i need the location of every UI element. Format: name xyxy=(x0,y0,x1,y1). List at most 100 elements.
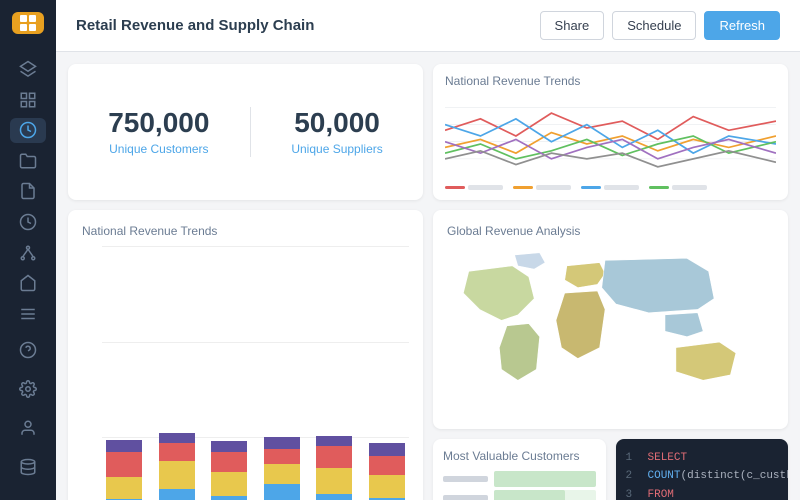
code-snippet-card: 1 SELECT 2 COUNT(distinct(c_custkey)) 3 … xyxy=(616,439,789,500)
code-keyword-1: SELECT xyxy=(648,449,688,468)
bar-seg-d xyxy=(211,441,247,452)
legend-item-3 xyxy=(581,185,639,190)
customer-bar-fill-2 xyxy=(494,490,565,500)
share-button[interactable]: Share xyxy=(540,11,605,40)
bar-seg-a xyxy=(211,496,247,500)
bar-seg-d xyxy=(106,440,142,452)
bar-stack-5 xyxy=(316,436,352,500)
legend-text-2 xyxy=(536,185,571,190)
bar-group-4 xyxy=(260,437,305,500)
bar-chart-card: National Revenue Trends xyxy=(68,210,423,500)
map-card: Global Revenue Analysis xyxy=(433,210,788,429)
bar-groups-container xyxy=(102,246,409,500)
customer-row-2 xyxy=(443,490,596,500)
kpi-suppliers: 50,000 Unique Suppliers xyxy=(291,108,382,157)
code-content-2: COUNT(distinct(c_custkey)) xyxy=(648,467,789,486)
bar-seg-b xyxy=(211,472,247,496)
legend-text-1 xyxy=(468,185,503,190)
sidebar-item-grid[interactable] xyxy=(10,87,46,112)
bar-seg-b xyxy=(159,461,195,489)
sidebar-item-home[interactable] xyxy=(10,271,46,296)
bar-stack-3 xyxy=(211,441,247,500)
customer-label-2 xyxy=(443,495,488,500)
mini-trends-title: National Revenue Trends xyxy=(445,74,776,88)
legend-color-3 xyxy=(581,186,601,189)
suppliers-value: 50,000 xyxy=(291,108,382,139)
bar-seg-c xyxy=(316,446,352,468)
bar-stack-2 xyxy=(159,433,195,500)
bar-group-1 xyxy=(102,440,147,500)
schedule-button[interactable]: Schedule xyxy=(612,11,696,40)
page-title: Retail Revenue and Supply Chain xyxy=(76,17,540,34)
sidebar-item-settings[interactable] xyxy=(10,371,46,407)
legend-item-2 xyxy=(513,185,571,190)
legend-item-4 xyxy=(649,185,707,190)
bar-seg-d xyxy=(264,437,300,449)
code-func-2: COUNT xyxy=(648,470,681,482)
bottom-row: Most Valuable Customers xyxy=(433,439,788,500)
bar-seg-b xyxy=(106,477,142,499)
bar-seg-d xyxy=(159,433,195,443)
sidebar-item-user[interactable] xyxy=(10,410,46,446)
sidebar xyxy=(0,0,56,500)
bar-seg-b xyxy=(369,475,405,498)
bar-seg-c xyxy=(211,452,247,472)
mini-trends-card: National Revenue Trends xyxy=(433,64,788,200)
customers-title: Most Valuable Customers xyxy=(443,449,596,463)
bar-group-5 xyxy=(312,436,357,500)
sidebar-item-folder[interactable] xyxy=(10,149,46,174)
customer-row-1 xyxy=(443,471,596,487)
line-num-3: 3 xyxy=(626,486,638,500)
bar-seg-c xyxy=(369,456,405,475)
sidebar-item-menu[interactable] xyxy=(10,301,46,326)
kpi-card: 750,000 Unique Customers 50,000 Unique S… xyxy=(68,64,423,200)
bar-group-2 xyxy=(155,433,200,500)
row-1: 750,000 Unique Customers 50,000 Unique S… xyxy=(68,64,788,200)
bar-seg-c xyxy=(106,452,142,477)
header: Retail Revenue and Supply Chain Share Sc… xyxy=(56,0,800,52)
bar-chart-area xyxy=(82,246,409,500)
sidebar-bottom-section xyxy=(10,329,46,488)
bar-stack-4 xyxy=(264,437,300,500)
kpi-customers: 750,000 Unique Customers xyxy=(108,108,209,157)
sidebar-item-layers[interactable] xyxy=(10,57,46,82)
sidebar-item-report[interactable] xyxy=(10,179,46,204)
legend-item-1 xyxy=(445,185,503,190)
bar-seg-b xyxy=(316,468,352,494)
bar-seg-a xyxy=(159,489,195,500)
kpi-divider xyxy=(250,107,251,157)
app-logo[interactable] xyxy=(12,12,44,34)
row-2: National Revenue Trends xyxy=(68,210,788,488)
sidebar-item-network[interactable] xyxy=(10,240,46,265)
customers-value: 750,000 xyxy=(108,108,209,139)
bar-seg-a xyxy=(316,494,352,500)
code-paren-2: (distinct(c_custkey)) xyxy=(681,470,788,482)
map-title: Global Revenue Analysis xyxy=(447,224,774,238)
code-line-3: 3 FROM xyxy=(626,486,779,500)
bar-seg-d xyxy=(316,436,352,446)
sidebar-item-chart[interactable] xyxy=(10,118,46,143)
bar-group-3 xyxy=(207,441,252,500)
world-map-svg xyxy=(447,246,774,417)
right-column: Global Revenue Analysis xyxy=(433,210,788,500)
bar-stack-1 xyxy=(106,440,142,500)
sidebar-item-database[interactable] xyxy=(10,449,46,485)
legend-text-4 xyxy=(672,185,707,190)
mini-line-chart xyxy=(445,96,776,176)
dashboard-content: 750,000 Unique Customers 50,000 Unique S… xyxy=(56,52,800,500)
line-num-1: 1 xyxy=(626,449,638,468)
customer-label-1 xyxy=(443,476,488,482)
legend-color-4 xyxy=(649,186,669,189)
refresh-button[interactable]: Refresh xyxy=(704,11,780,40)
bar-seg-a xyxy=(264,484,300,500)
line-num-2: 2 xyxy=(626,467,638,486)
sidebar-item-clock[interactable] xyxy=(10,210,46,235)
code-line-1: 1 SELECT xyxy=(626,449,779,468)
main-content: Retail Revenue and Supply Chain Share Sc… xyxy=(56,0,800,500)
header-actions: Share Schedule Refresh xyxy=(540,11,780,40)
customer-bar-2 xyxy=(494,490,596,500)
sidebar-item-help[interactable] xyxy=(10,332,46,368)
bar-group-6 xyxy=(365,443,410,500)
bar-seg-c xyxy=(159,443,195,461)
suppliers-label: Unique Suppliers xyxy=(291,142,382,156)
